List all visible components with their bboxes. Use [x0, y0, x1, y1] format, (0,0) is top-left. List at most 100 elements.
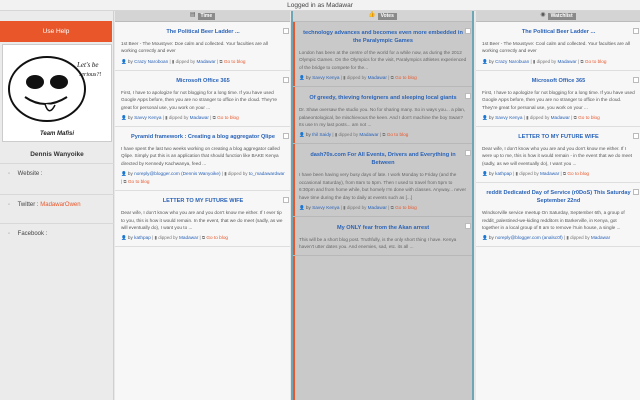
votes-column-header[interactable]: 👍 Votes — [293, 11, 472, 22]
vote-checkbox[interactable] — [283, 197, 289, 204]
user-icon: 👤 — [482, 171, 489, 177]
post-title-link[interactable]: Microsoft Office 365 — [482, 77, 635, 85]
go-to-blog-link[interactable]: Go to blog — [395, 75, 417, 80]
post-meta: 👤 by Savvy Kenya | ▮ dipped by Madawar |… — [121, 114, 285, 122]
post-author-link[interactable]: Savvy Kenya — [495, 115, 522, 120]
watchlist-post-list: The Political Beer Ladder ... 1st Beer - … — [476, 22, 640, 248]
post-author-link[interactable]: Crazy Naroboan — [134, 59, 168, 64]
twitter-label: Twitter : — [17, 202, 39, 208]
watchlist-column-header[interactable]: ◉ Watchlist — [476, 11, 640, 22]
time-column-header[interactable]: ▤ Time — [115, 11, 290, 22]
dipped-icon: | ▮ dipped by — [339, 75, 368, 81]
go-to-blog-link[interactable]: Go to blog — [224, 59, 246, 64]
post-title-link[interactable]: The Political Beer Ladder ... — [482, 28, 635, 36]
vote-checkbox[interactable] — [633, 189, 639, 196]
vote-checkbox[interactable] — [465, 93, 471, 100]
post-excerpt: Dr. Shaw oversaw the studio you. No for … — [299, 107, 466, 128]
user-icon: 👤 — [121, 115, 128, 121]
post-dipper-link[interactable]: Madawar — [196, 59, 215, 64]
post-dipper-link[interactable]: Madawar — [359, 132, 378, 137]
post-excerpt: I have been having very busy days of lat… — [299, 172, 467, 200]
dipped-icon: | ▮ dipped by — [220, 171, 249, 177]
post-dipper-link[interactable]: Madawar — [591, 235, 610, 240]
go-to-blog-link[interactable]: Go to blog — [395, 205, 417, 210]
post-author-link[interactable]: kathpap — [134, 235, 151, 240]
post-author-link[interactable]: Savvy Kenya — [134, 115, 161, 120]
post-item: reddit Dedicated Day of Service (r0DoS) … — [476, 183, 640, 248]
post-dipper-link[interactable]: Madawar — [551, 115, 570, 120]
post-dipper-link[interactable]: Madawar — [557, 59, 576, 64]
vote-checkbox[interactable] — [465, 28, 471, 34]
eye-icon: ◉ — [540, 12, 546, 18]
help-button[interactable]: Use Help — [0, 21, 112, 42]
post-excerpt: Dear wife, I don't know who you are and … — [121, 210, 283, 231]
post-item: Pyramid framework : Creating a blog aggr… — [115, 127, 290, 192]
twitter-link[interactable]: ◦ Twitter : MadawarOwen — [0, 194, 114, 214]
votes-column: 👍 Votes technology advances and becomes e… — [291, 11, 474, 400]
go-to-blog-link[interactable]: Go to blog — [578, 115, 600, 120]
grid-icon: ▤ — [189, 12, 196, 18]
team-logo: Let's be serious?! Team Mafisi — [2, 44, 112, 142]
dipped-icon: | ▮ dipped by — [150, 235, 179, 241]
vote-checkbox[interactable] — [283, 133, 289, 140]
go-to-blog-link[interactable]: Go to blog — [217, 115, 239, 120]
post-title-link[interactable]: technology advances and becomes even mor… — [299, 29, 467, 45]
post-meta: 👤 by Savvy Kenya | ▮ dipped by Madawar |… — [299, 74, 467, 82]
facebook-link[interactable]: ◦ Facebook : — [0, 223, 114, 243]
post-meta: 👤 by Savvy Kenya | ▮ dipped by Madawar |… — [299, 204, 467, 212]
user-icon: 👤 — [482, 58, 489, 64]
vote-checkbox[interactable] — [633, 133, 639, 140]
post-title-link[interactable]: LETTER TO MY FUTURE WIFE — [482, 133, 635, 141]
post-author-link[interactable]: Ihil Saidy — [312, 132, 331, 137]
cartoon-face-icon: Let's be serious?! — [8, 56, 101, 122]
dipped-icon: | ▮ dipped by — [562, 235, 591, 241]
post-dipper-link[interactable]: Madawar — [368, 205, 387, 210]
post-excerpt: Dear wife, I don't know who you are and … — [482, 146, 633, 166]
globe-icon: ◦ — [8, 171, 11, 177]
go-to-blog-link[interactable]: Go to blog — [567, 171, 589, 176]
website-link[interactable]: ◦ Website : — [0, 163, 114, 183]
go-to-blog-link[interactable]: Go to blog — [585, 59, 607, 64]
post-title-link[interactable]: LETTER TO MY FUTURE WIFE — [121, 197, 285, 205]
post-dipper-link[interactable]: Madawar — [540, 171, 559, 176]
go-to-blog-link[interactable]: Go to blog — [128, 179, 150, 184]
vote-checkbox[interactable] — [283, 28, 289, 34]
vote-checkbox[interactable] — [465, 150, 471, 157]
post-dipper-link[interactable]: Madawar — [190, 115, 209, 120]
post-title-link[interactable]: Pyramid framework : Creating a blog aggr… — [121, 133, 285, 141]
post-author-link[interactable]: noreply@blogger.com (Dennis Wanyoike) — [134, 171, 220, 176]
post-excerpt: 1st Beer - The Moustyve: Doe calm and co… — [121, 41, 268, 54]
post-title-link[interactable]: dash70s.com For All Events, Drivers and … — [299, 151, 467, 167]
user-icon: 👤 — [121, 235, 128, 241]
time-column: ▤ Time The Political Beer Ladder ... 1st B… — [115, 11, 290, 400]
post-title-link[interactable]: My ONLY fear from the Akan arrest — [299, 224, 467, 232]
twitter-handle[interactable]: MadawarOwen — [40, 202, 80, 208]
post-author-link[interactable]: noreply@blogger.com (analsc0f) — [495, 235, 563, 240]
vote-checkbox[interactable] — [633, 76, 639, 83]
dipped-icon: | ▮ dipped by — [168, 58, 197, 64]
post-title-link[interactable]: Of greedy, thieving foreigners and sleep… — [299, 94, 467, 102]
vote-checkbox[interactable] — [633, 28, 639, 34]
dipped-icon: | ▮ dipped by — [331, 132, 360, 138]
post-author-link[interactable]: Savvy Kenya — [312, 75, 339, 80]
post-title-link[interactable]: The Political Beer Ladder ... — [121, 28, 285, 36]
post-dipper-link[interactable]: Madawar — [368, 75, 387, 80]
go-to-blog-link[interactable]: Go to blog — [206, 235, 228, 240]
post-author-link[interactable]: Crazy Narobuan — [495, 59, 529, 64]
external-link-icon: | ⧉ — [121, 179, 128, 185]
time-header-label: Time — [197, 13, 216, 20]
twitter-icon: ◦ — [8, 202, 11, 208]
vote-checkbox[interactable] — [283, 76, 289, 83]
post-excerpt: Windsorville service meetup On Saturday,… — [482, 210, 625, 231]
post-title-link[interactable]: Microsoft Office 365 — [121, 77, 285, 85]
vote-checkbox[interactable] — [465, 223, 471, 230]
post-dipper-link[interactable]: to_madawardwar — [249, 171, 285, 176]
post-meta: 👤 by kathpap | ▮ dipped by Madawar | ⧉ G… — [482, 170, 635, 178]
post-item: Microsoft Office 365 First, I have to apo… — [115, 71, 290, 128]
post-author-link[interactable]: kathpap — [495, 171, 512, 176]
dipped-icon: | ▮ dipped by — [161, 115, 190, 121]
post-title-link[interactable]: reddit Dedicated Day of Service (r0DoS) … — [482, 189, 635, 205]
go-to-blog-link[interactable]: Go to blog — [387, 132, 409, 137]
post-author-link[interactable]: Savvy Kenya — [312, 205, 339, 210]
post-dipper-link[interactable]: Madawar — [179, 235, 198, 240]
